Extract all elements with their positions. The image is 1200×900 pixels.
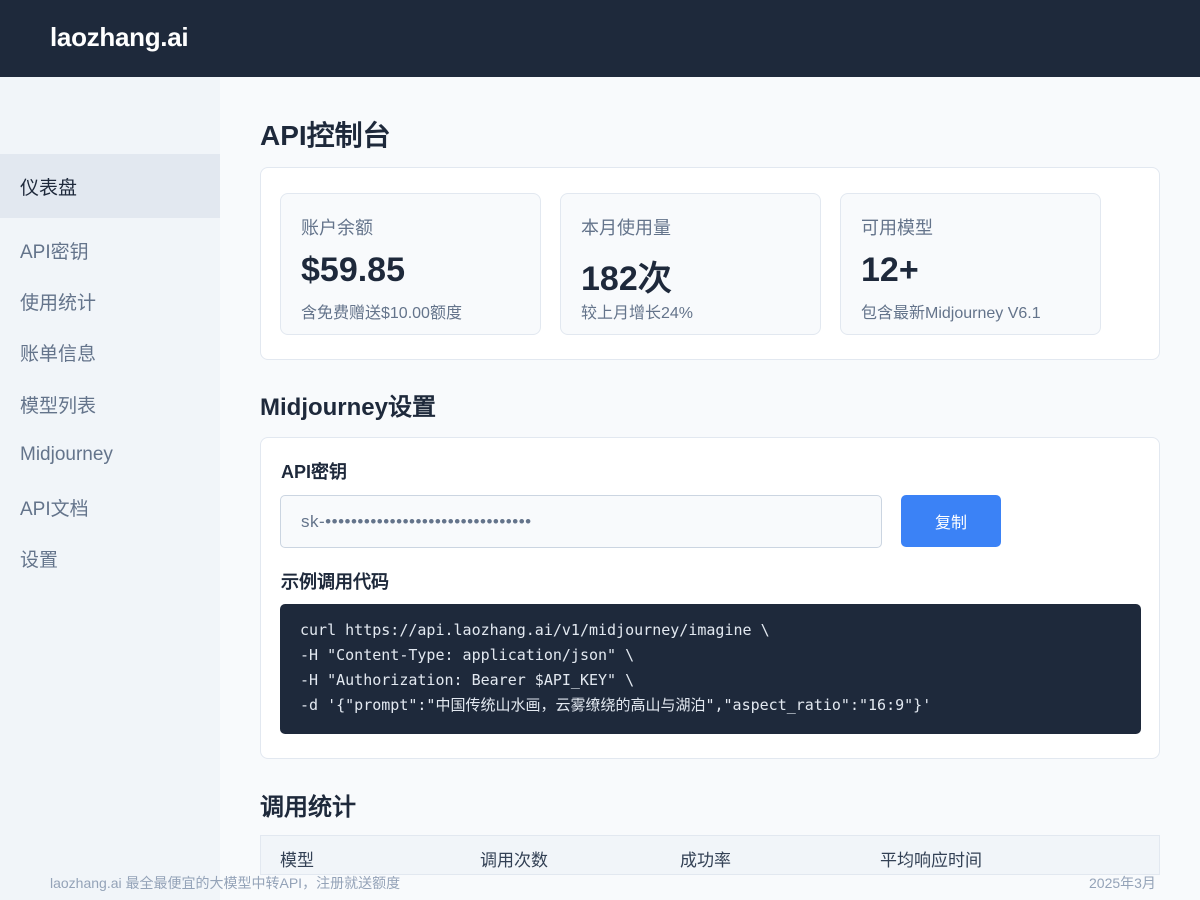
sidebar-item-dashboard[interactable]: 仪表盘 xyxy=(0,154,220,218)
column-header-avg-response[interactable]: 平均响应时间 xyxy=(880,846,982,871)
column-header-calls[interactable]: 调用次数 xyxy=(480,846,548,871)
column-header-model[interactable]: 模型 xyxy=(280,846,314,871)
midjourney-settings-panel: API密钥 复制 示例调用代码 curl https://api.laozhan… xyxy=(260,437,1160,759)
stat-note: 含免费赠送$10.00额度 xyxy=(301,305,462,322)
stat-value: 12+ xyxy=(861,251,919,289)
top-bar: laozhang.ai xyxy=(0,0,1200,77)
footer-date: 2025年3月 xyxy=(1089,875,1156,891)
api-key-field[interactable] xyxy=(280,495,882,548)
sidebar: 仪表盘 API密钥 使用统计 账单信息 模型列表 Midjourney API文… xyxy=(0,77,220,900)
midjourney-section-title: Midjourney设置 xyxy=(260,394,437,421)
stat-note: 较上月增长24% xyxy=(581,305,694,322)
code-line: curl https://api.laozhang.ai/v1/midjourn… xyxy=(300,621,770,639)
stat-value: 182次 xyxy=(581,260,672,298)
page-title: API控制台 xyxy=(260,120,391,151)
sidebar-item-settings[interactable]: 设置 xyxy=(0,526,220,590)
monthly-usage-card: 本月使用量 182次 较上月增长24% xyxy=(560,193,821,335)
code-block[interactable]: curl https://api.laozhang.ai/v1/midjourn… xyxy=(280,604,1141,734)
usage-table-header: 模型 调用次数 成功率 平均响应时间 xyxy=(260,835,1160,875)
logo[interactable]: laozhang.ai xyxy=(50,22,189,53)
code-example-label: 示例调用代码 xyxy=(281,572,389,592)
code-line: -d '{"prompt":"中国传统山水画，云雾缭绕的高山与湖泊","aspe… xyxy=(300,696,932,714)
code-line: -H "Authorization: Bearer $API_KEY" \ xyxy=(300,671,635,689)
stat-label: 账户余额 xyxy=(301,218,373,238)
usage-section-title: 调用统计 xyxy=(260,794,356,821)
copy-button[interactable]: 复制 xyxy=(901,495,1001,547)
available-models-card: 可用模型 12+ 包含最新Midjourney V6.1 xyxy=(840,193,1101,335)
stat-label: 可用模型 xyxy=(861,218,933,238)
main-content: API控制台 账户余额 $59.85 含免费赠送$10.00额度 本月使用量 1… xyxy=(220,77,1200,900)
footer-tagline: laozhang.ai 最全最便宜的大模型中转API，注册就送额度 xyxy=(50,875,401,891)
column-header-success-rate[interactable]: 成功率 xyxy=(680,846,731,871)
stat-note: 包含最新Midjourney V6.1 xyxy=(861,305,1041,322)
stat-value: $59.85 xyxy=(301,251,405,289)
api-key-label: API密钥 xyxy=(281,462,348,482)
code-line: -H "Content-Type: application/json" \ xyxy=(300,646,635,664)
stat-label: 本月使用量 xyxy=(581,218,671,238)
balance-card: 账户余额 $59.85 含免费赠送$10.00额度 xyxy=(280,193,541,335)
stats-panel: 账户余额 $59.85 含免费赠送$10.00额度 本月使用量 182次 较上月… xyxy=(260,167,1160,360)
